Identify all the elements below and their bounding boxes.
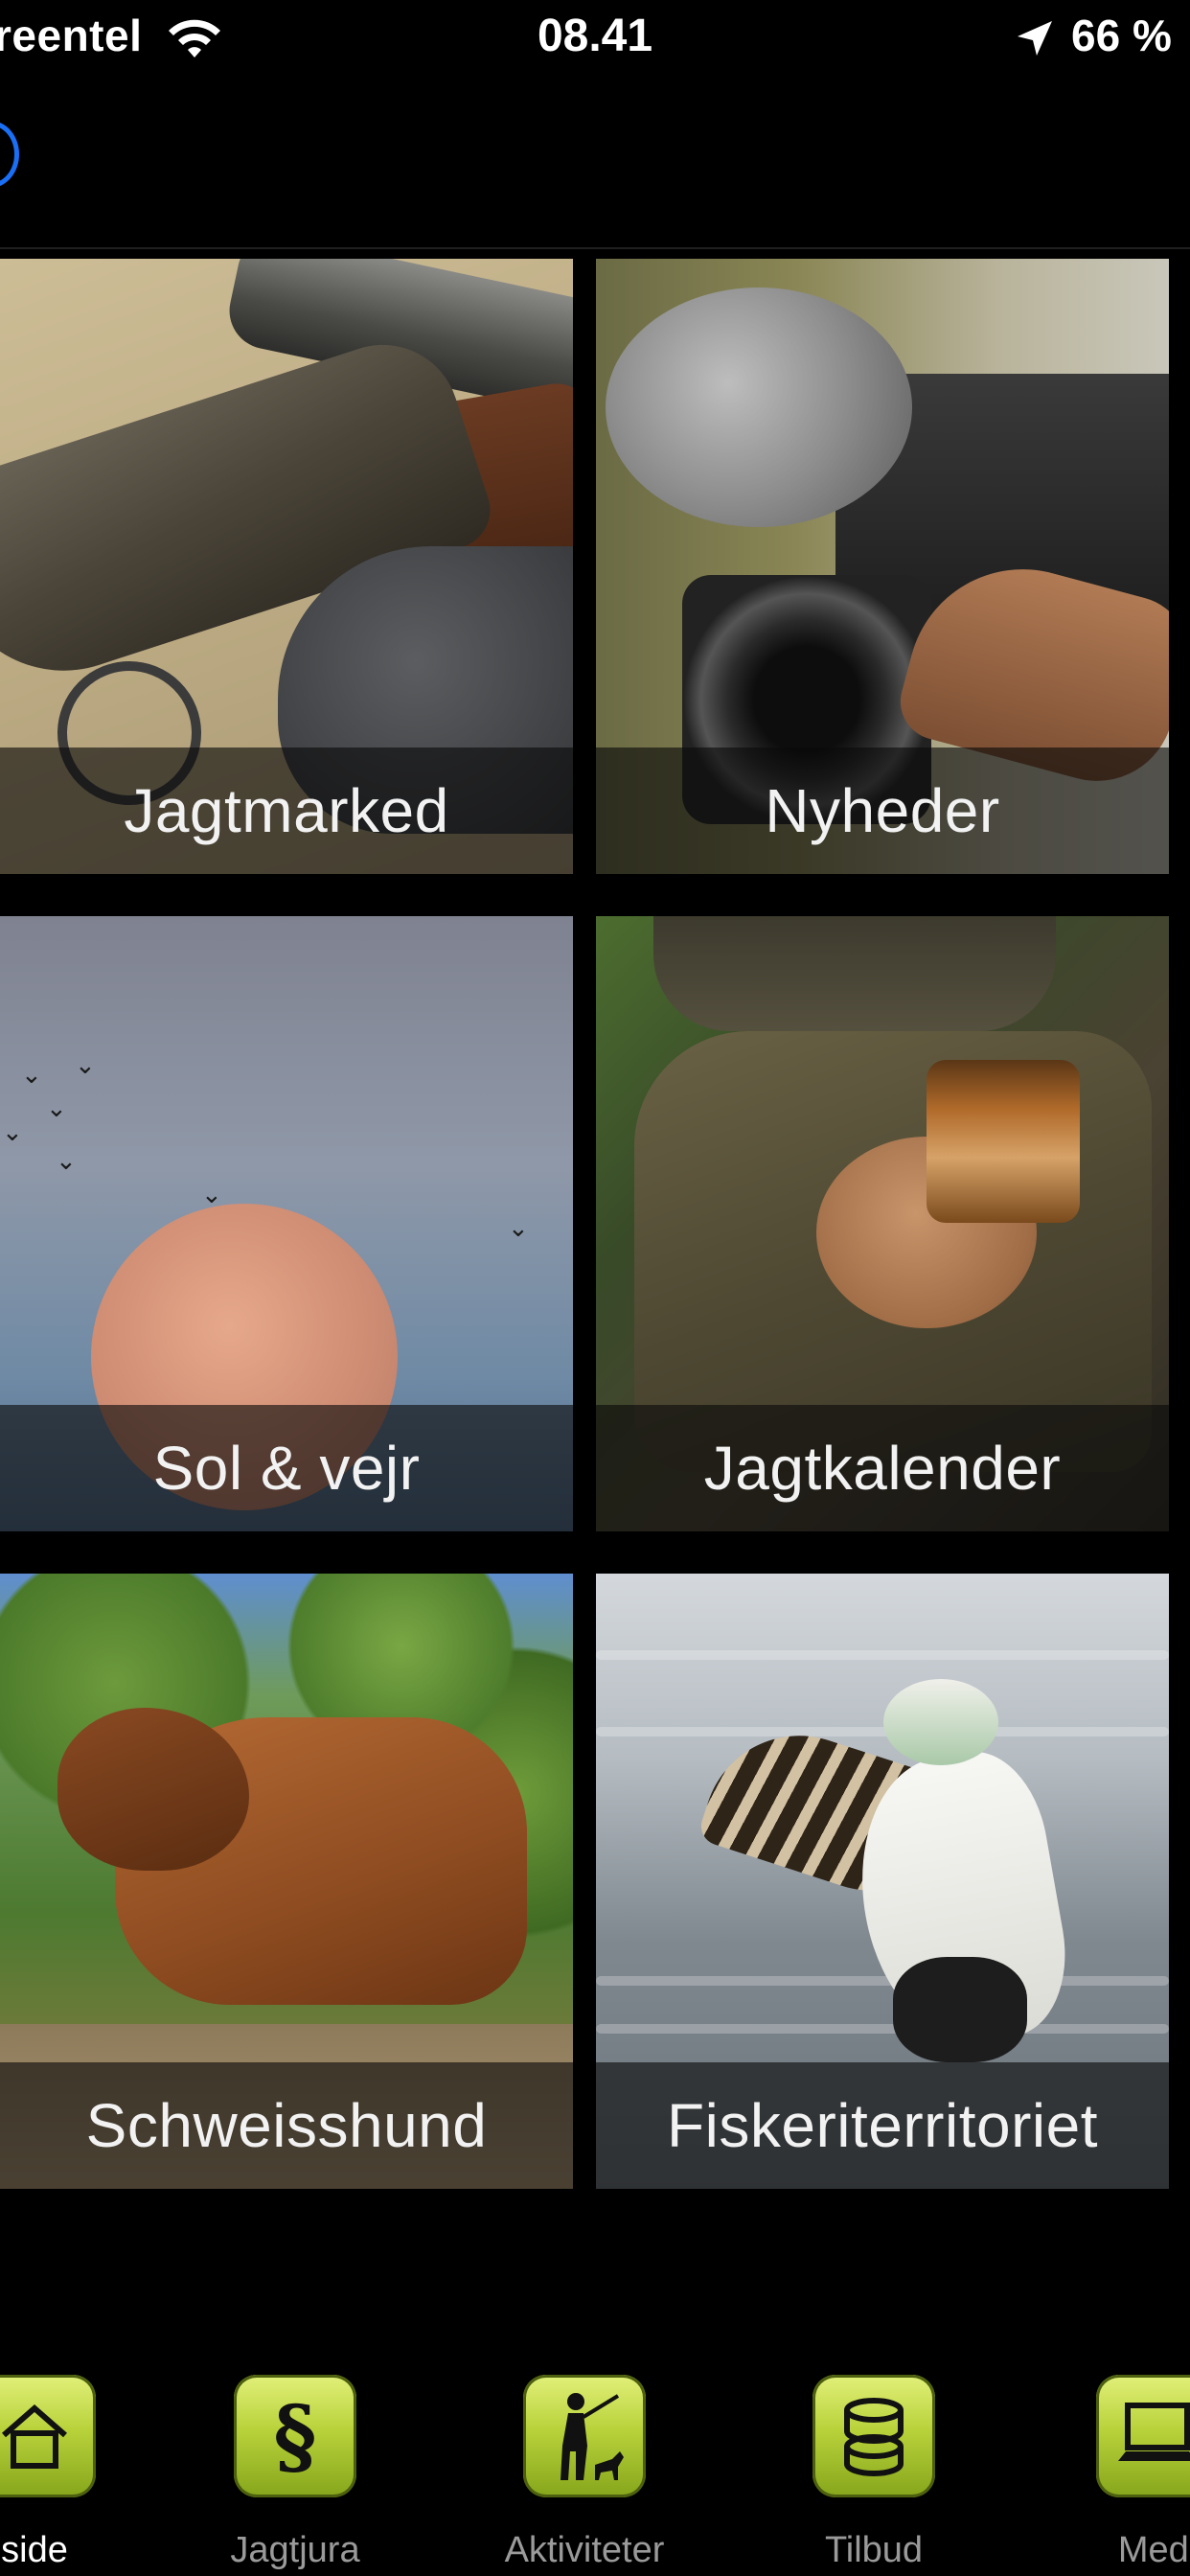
tile-jagtmarked[interactable]: Jagtmarked bbox=[0, 259, 573, 874]
menu-grid: Jagtmarked Nyheder ⌄ ⌄ ⌄ ⌄ ⌄ ⌄ ⌄ Sol & v… bbox=[0, 259, 1190, 2204]
tile-jagtkalender[interactable]: Jagtkalender bbox=[596, 916, 1169, 1531]
location-arrow-icon bbox=[1018, 21, 1052, 56]
navigation-bar bbox=[0, 86, 1190, 249]
tab-medier[interactable]: Medi bbox=[1052, 2358, 1190, 2576]
tile-fiskeriterritoriet[interactable]: Fiskeriterritoriet bbox=[596, 1574, 1169, 2189]
tile-label: Jagtmarked bbox=[0, 748, 573, 874]
tab-jagtjura[interactable]: § Jagtjura bbox=[190, 2358, 400, 2576]
tile-label: Jagtkalender bbox=[596, 1405, 1169, 1531]
home-icon bbox=[0, 2375, 96, 2497]
tile-label: Schweisshund bbox=[0, 2062, 573, 2189]
tile-label: Fiskeriterritoriet bbox=[596, 2062, 1169, 2189]
tab-bar: side § Jagtjura Aktiviteter Tilbud Medi bbox=[0, 2358, 1190, 2576]
tile-nyheder[interactable]: Nyheder bbox=[596, 259, 1169, 874]
tab-label: side bbox=[1, 2530, 68, 2570]
tab-label: Aktiviteter bbox=[504, 2530, 665, 2570]
tile-schweisshund[interactable]: Schweisshund bbox=[0, 1574, 573, 2189]
tab-forside[interactable]: side bbox=[0, 2358, 140, 2576]
coins-icon bbox=[812, 2375, 935, 2497]
hunter-dog-icon bbox=[523, 2375, 646, 2497]
tile-sol-vejr[interactable]: ⌄ ⌄ ⌄ ⌄ ⌄ ⌄ ⌄ Sol & vejr bbox=[0, 916, 573, 1531]
tile-label: Nyheder bbox=[596, 748, 1169, 874]
tab-aktiviteter[interactable]: Aktiviteter bbox=[479, 2358, 690, 2576]
tab-label: Jagtjura bbox=[230, 2530, 360, 2570]
clock: 08.41 bbox=[537, 11, 653, 61]
tab-tilbud[interactable]: Tilbud bbox=[768, 2358, 979, 2576]
tab-label: Tilbud bbox=[824, 2530, 924, 2570]
tile-label: Sol & vejr bbox=[0, 1405, 573, 1531]
paragraph-icon: § bbox=[234, 2375, 356, 2497]
tab-label: Medi bbox=[1117, 2530, 1190, 2570]
laptop-media-icon bbox=[1096, 2375, 1190, 2497]
back-circle-icon[interactable] bbox=[0, 121, 19, 188]
status-bar: reentel 08.41 66 % bbox=[0, 0, 1190, 86]
battery-percent: 66 % bbox=[1071, 11, 1172, 60]
